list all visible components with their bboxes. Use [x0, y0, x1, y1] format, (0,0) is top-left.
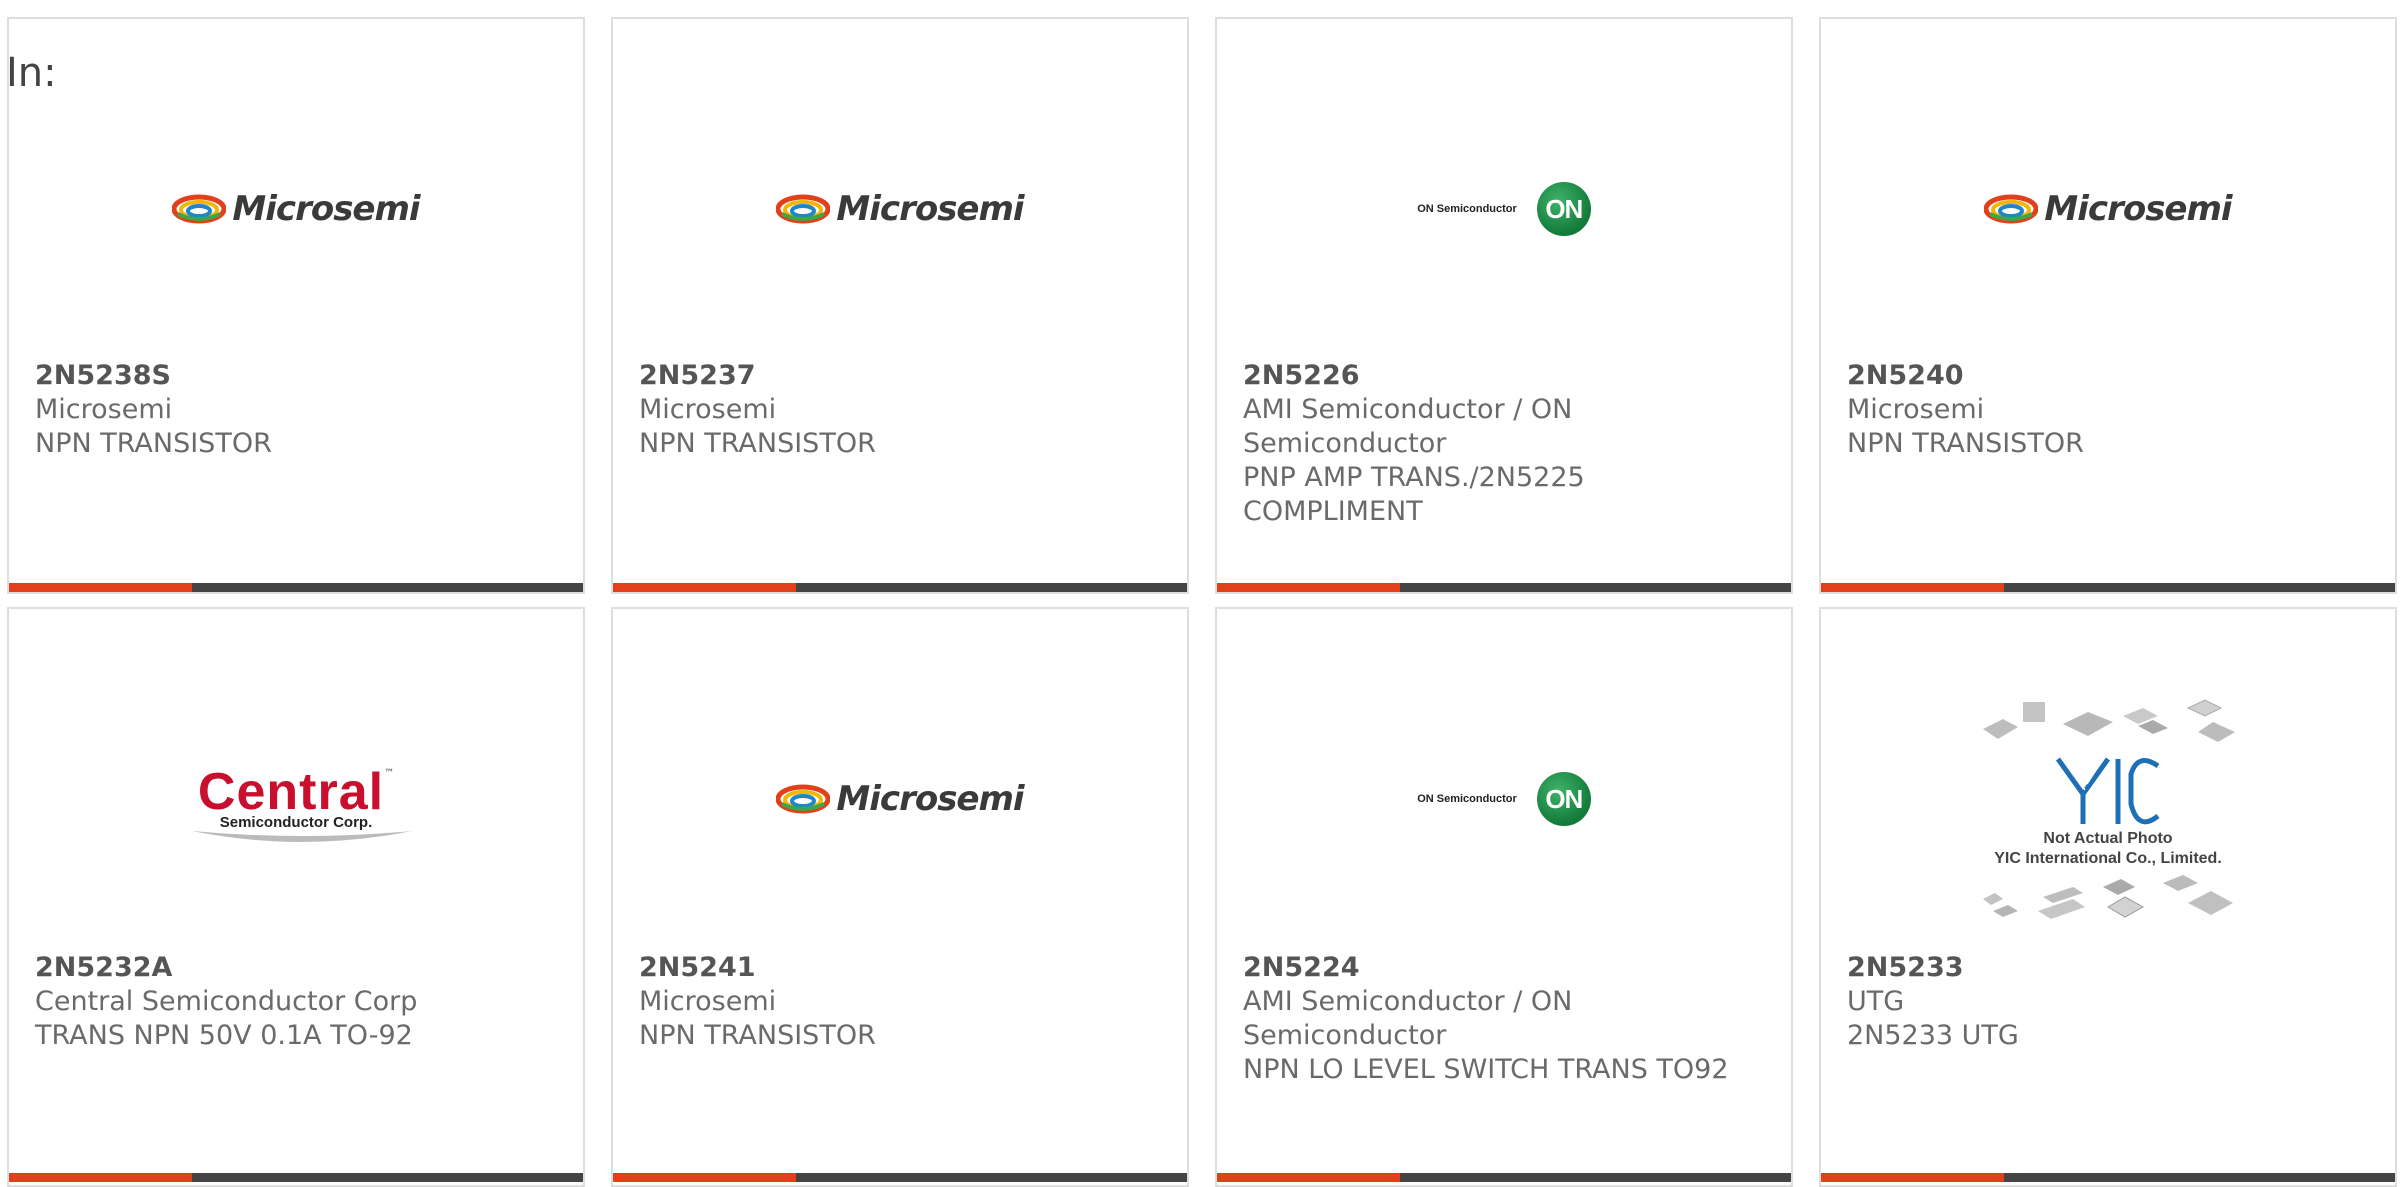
- card-bottom-bar: [613, 1173, 1187, 1182]
- yic-placeholder-image: Not Actual Photo YIC International Co., …: [1973, 694, 2243, 924]
- part-number[interactable]: 2N5233: [1847, 951, 2375, 985]
- on-semiconductor-logo: ON Semiconductor ON: [1417, 182, 1591, 236]
- microsemi-logo: Microsemi: [1984, 189, 2233, 229]
- manufacturer-logo: Microsemi: [9, 74, 583, 344]
- central-swoosh-icon: [191, 830, 412, 842]
- part-number[interactable]: 2N5232A: [35, 951, 563, 985]
- card-bottom-bar: [9, 583, 583, 592]
- product-card[interactable]: ON Semiconductor ON 2N5224 AMI Semicondu…: [1215, 607, 1793, 1187]
- card-accent-bar: [9, 1173, 192, 1182]
- part-number[interactable]: 2N5226: [1243, 359, 1771, 393]
- card-accent-bar: [1217, 1173, 1400, 1182]
- on-badge-icon: ON: [1536, 182, 1591, 236]
- microsemi-logo: Microsemi: [776, 189, 1025, 229]
- central-semiconductor-logo: Central™ Semiconductor Corp.: [191, 766, 412, 842]
- product-description: NPN LO LEVEL SWITCH TRANS TO92: [1243, 1054, 1729, 1085]
- product-description: PNP AMP TRANS./2N5225 COMPLIMENT: [1243, 462, 1585, 527]
- manufacturer-logo: Microsemi: [613, 664, 1187, 934]
- on-badge-icon: ON: [1536, 772, 1591, 826]
- microsemi-logo: Microsemi: [776, 779, 1025, 819]
- manufacturer-name: AMI Semiconductor / ON Semiconductor: [1243, 394, 1573, 459]
- central-wordmark: Central: [197, 762, 385, 821]
- manufacturer-logo: ON Semiconductor ON: [1217, 664, 1791, 934]
- on-semiconductor-wordmark: ON Semiconductor: [1417, 793, 1517, 805]
- on-semiconductor-wordmark: ON Semiconductor: [1417, 203, 1517, 215]
- yic-logo-icon: [2055, 757, 2160, 825]
- microsemi-wordmark: Microsemi: [232, 189, 420, 229]
- microsemi-wordmark: Microsemi: [836, 189, 1024, 229]
- part-number[interactable]: 2N5224: [1243, 951, 1771, 985]
- part-number[interactable]: 2N5237: [639, 359, 1167, 393]
- product-card[interactable]: ON Semiconductor ON 2N5226 AMI Semicondu…: [1215, 17, 1793, 594]
- card-accent-bar: [1821, 583, 2004, 592]
- product-description: NPN TRANSISTOR: [1847, 428, 2084, 459]
- card-accent-bar: [613, 583, 796, 592]
- part-number[interactable]: 2N5238S: [35, 359, 563, 393]
- product-grid: Microsemi 2N5238S Microsemi NPN TRANSIST…: [0, 0, 2400, 1187]
- manufacturer-name: AMI Semiconductor / ON Semiconductor: [1243, 986, 1573, 1051]
- manufacturer-name: Microsemi: [639, 986, 777, 1017]
- product-card[interactable]: Microsemi 2N5240 Microsemi NPN TRANSISTO…: [1819, 17, 2397, 594]
- yic-company-text: YIC International Co., Limited.: [1994, 850, 2222, 867]
- card-bottom-bar: [9, 1173, 583, 1182]
- manufacturer-name: Microsemi: [1847, 394, 1985, 425]
- on-semiconductor-logo: ON Semiconductor ON: [1417, 772, 1591, 826]
- microsemi-swirl-icon: [776, 194, 831, 224]
- card-accent-bar: [9, 583, 192, 592]
- manufacturer-logo: Not Actual Photo YIC International Co., …: [1821, 689, 2395, 929]
- manufacturer-name: Central Semiconductor Corp: [35, 986, 418, 1017]
- card-bottom-bar: [613, 583, 1187, 592]
- product-description: TRANS NPN 50V 0.1A TO-92: [35, 1020, 413, 1051]
- card-bottom-bar: [1821, 583, 2395, 592]
- chip-packages-bottom-icon: [1983, 875, 2233, 919]
- microsemi-swirl-icon: [172, 194, 227, 224]
- manufacturer-logo: ON Semiconductor ON: [1217, 74, 1791, 344]
- manufacturer-name: Microsemi: [639, 394, 777, 425]
- manufacturer-logo: Central™ Semiconductor Corp.: [9, 664, 583, 934]
- product-description: NPN TRANSISTOR: [639, 1020, 876, 1051]
- product-description: 2N5233 UTG: [1847, 1020, 2019, 1051]
- product-card[interactable]: Central™ Semiconductor Corp. 2N5232A Cen…: [7, 607, 585, 1187]
- product-card[interactable]: Microsemi 2N5238S Microsemi NPN TRANSIST…: [7, 17, 585, 594]
- manufacturer-logo: Microsemi: [1821, 74, 2395, 344]
- product-description: NPN TRANSISTOR: [35, 428, 272, 459]
- manufacturer-name: Microsemi: [35, 394, 173, 425]
- trademark-symbol: ™: [384, 767, 395, 779]
- microsemi-swirl-icon: [776, 784, 831, 814]
- not-actual-photo-text: Not Actual Photo: [2043, 830, 2173, 847]
- microsemi-wordmark: Microsemi: [2044, 189, 2232, 229]
- card-bottom-bar: [1217, 1173, 1791, 1182]
- microsemi-logo: Microsemi: [172, 189, 421, 229]
- manufacturer-logo: Microsemi: [613, 74, 1187, 344]
- card-accent-bar: [1217, 583, 1400, 592]
- microsemi-wordmark: Microsemi: [836, 779, 1024, 819]
- product-card[interactable]: Microsemi 2N5237 Microsemi NPN TRANSISTO…: [611, 17, 1189, 594]
- in-label: In:: [6, 50, 57, 96]
- card-accent-bar: [613, 1173, 796, 1182]
- card-bottom-bar: [1217, 583, 1791, 592]
- part-number[interactable]: 2N5241: [639, 951, 1167, 985]
- product-card[interactable]: Microsemi 2N5241 Microsemi NPN TRANSISTO…: [611, 607, 1189, 1187]
- product-description: NPN TRANSISTOR: [639, 428, 876, 459]
- card-bottom-bar: [1821, 1173, 2395, 1182]
- chip-packages-top-icon: [1983, 699, 2235, 742]
- part-number[interactable]: 2N5240: [1847, 359, 2375, 393]
- product-card[interactable]: Not Actual Photo YIC International Co., …: [1819, 607, 2397, 1187]
- card-accent-bar: [1821, 1173, 2004, 1182]
- microsemi-swirl-icon: [1984, 194, 2039, 224]
- manufacturer-name: UTG: [1847, 986, 1905, 1017]
